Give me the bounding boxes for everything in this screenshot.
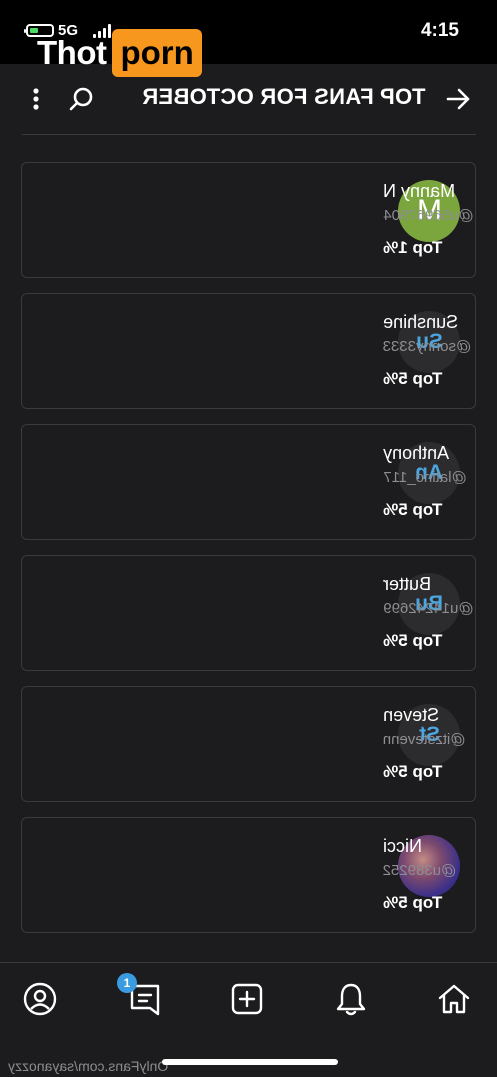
header: TOP FANS FOR OCTOBER: [0, 64, 497, 134]
fan-handle: @itzstevenn: [383, 731, 466, 748]
fan-rank: Top 5%: [383, 369, 443, 388]
page: 5G 4:15 Thot porn TOP FANS FOR OCTOBER M…: [0, 0, 497, 1077]
fan-rank: Top 5%: [383, 762, 443, 781]
more-options-icon[interactable]: [26, 84, 46, 114]
add-post-icon: [231, 983, 263, 1015]
fan-card[interactable]: Su Sunshine @sonny3333 Top 5%: [21, 293, 476, 409]
nav-messages[interactable]: 1: [117, 973, 167, 1021]
fan-name[interactable]: Nicci: [383, 836, 422, 857]
page-title: TOP FANS FOR OCTOBER: [141, 84, 425, 109]
watermark-credit: OnlyFans.com/sayanozzy: [8, 1058, 169, 1074]
fan-handle: @u56967904: [383, 207, 474, 224]
bell-icon: [336, 983, 366, 1016]
nav-home[interactable]: [436, 981, 476, 1021]
fan-name[interactable]: Sunshine: [383, 312, 458, 333]
home-icon: [438, 984, 470, 1014]
home-indicator: [162, 1059, 338, 1065]
fan-card[interactable]: Bu Butter @u14242699 Top 5%: [21, 555, 476, 671]
fan-rank: Top 5%: [383, 893, 443, 912]
clock: 4:15: [420, 20, 459, 41]
fan-name[interactable]: Anthony: [383, 443, 449, 464]
search-icon[interactable]: [66, 84, 96, 114]
nav-profile[interactable]: [22, 981, 62, 1021]
messages-badge: 1: [117, 973, 137, 993]
fan-name[interactable]: Steven: [383, 705, 439, 726]
fan-handle: @u389252: [383, 862, 457, 879]
fan-handle: @sonny3333: [383, 338, 472, 355]
profile-icon: [23, 982, 57, 1016]
fan-rank: Top 1%: [383, 238, 443, 257]
fan-card[interactable]: An Anthony @latino_117 Top 5%: [21, 424, 476, 540]
fan-name[interactable]: Manny N: [383, 181, 455, 202]
nav-notifications[interactable]: [333, 981, 373, 1021]
header-divider: [22, 134, 476, 135]
fan-rank: Top 5%: [383, 631, 443, 650]
fan-card[interactable]: M Manny N @u56967904 Top 1%: [21, 162, 476, 278]
nav-create[interactable]: [229, 981, 269, 1021]
fan-card[interactable]: St Steven @itzstevenn Top 5%: [21, 686, 476, 802]
fan-handle: @latino_117: [383, 469, 467, 486]
back-arrow-icon[interactable]: [443, 84, 473, 114]
fan-card[interactable]: Nicci @u389252 Top 5%: [21, 817, 476, 933]
fan-name[interactable]: Butter: [383, 574, 431, 595]
fan-handle: @u14242699: [383, 600, 474, 617]
fan-rank: Top 5%: [383, 500, 443, 519]
fan-list: M Manny N @u56967904 Top 1% Su Sunshine …: [21, 162, 476, 948]
